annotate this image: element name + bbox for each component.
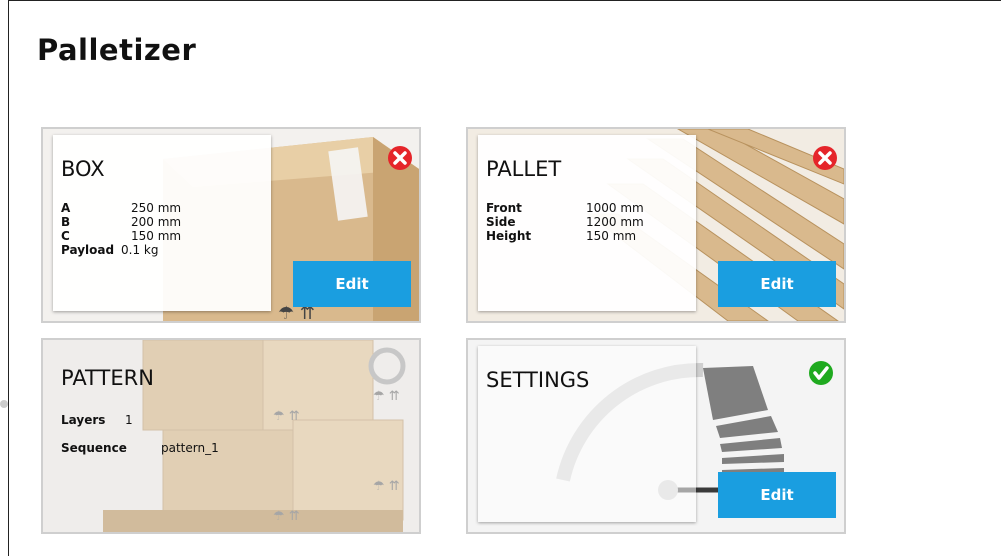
pallet-info-panel: PALLET Front 1000 mm Side 1200 mm Height 15… [478, 135, 696, 311]
app-frame: Palletizer ☂ ⇈ BOX A 250 mm B 200 mm C 150 … [8, 0, 1001, 556]
box-row-payload: Payload 0.1 kg [61, 243, 159, 257]
box-card: ☂ ⇈ BOX A 250 mm B 200 mm C 150 mm Payload 0… [41, 127, 421, 323]
pallet-title: PALLET [486, 157, 562, 181]
settings-card: SETTINGS Edit [466, 338, 846, 534]
pallet-dimensions: Front 1000 mm Side 1200 mm Height 150 mm [486, 201, 644, 243]
box-row-c: C 150 mm [61, 229, 182, 243]
box-dimensions: A 250 mm B 200 mm C 150 mm Payload 0.1 kg [61, 201, 181, 257]
pallet-row-height: Height 150 mm [486, 229, 637, 243]
error-icon [813, 146, 837, 170]
box-row-a: A 250 mm [61, 201, 182, 215]
pattern-row-sequence: Sequence pattern_1 [61, 441, 219, 455]
page-title: Palletizer [37, 33, 197, 67]
collapse-handle-icon[interactable] [0, 394, 16, 414]
box-title: BOX [61, 157, 105, 181]
error-icon [388, 146, 412, 170]
pallet-row-front: Front 1000 mm [486, 201, 644, 215]
pattern-card: ☂ ⇈ ☂ ⇈ ☂ ⇈ ☂ ⇈ PATTERN Layers 1 Sequence… [41, 338, 421, 534]
settings-title: SETTINGS [486, 368, 590, 392]
pallet-card: PALLET Front 1000 mm Side 1200 mm Height 15… [466, 127, 846, 323]
pallet-edit-button[interactable]: Edit [718, 261, 836, 307]
pallet-row-side: Side 1200 mm [486, 215, 644, 229]
pattern-row-layers: Layers 1 [61, 413, 133, 427]
box-info-panel: BOX A 250 mm B 200 mm C 150 mm Payload 0.1 k… [53, 135, 271, 311]
checkmark-icon [809, 361, 833, 385]
pattern-title: PATTERN [61, 366, 154, 390]
box-row-b: B 200 mm [61, 215, 182, 229]
box-edit-button[interactable]: Edit [293, 261, 411, 307]
settings-info-panel: SETTINGS [478, 346, 696, 522]
pattern-details: Layers 1 Sequence pattern_1 [61, 406, 219, 462]
settings-edit-button[interactable]: Edit [718, 472, 836, 518]
